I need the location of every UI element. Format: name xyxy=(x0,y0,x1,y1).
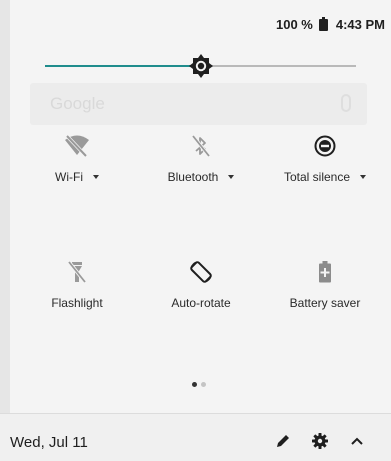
brightness-icon xyxy=(188,54,213,78)
tile-auto-rotate[interactable]: Auto-rotate xyxy=(146,258,256,310)
footer-bar: Wed, Jul 11 xyxy=(0,414,391,461)
clock: 4:43 PM xyxy=(335,16,385,32)
gear-icon[interactable] xyxy=(309,430,331,452)
tile-flashlight-label-row[interactable]: Flashlight xyxy=(22,296,132,310)
brightness-slider[interactable] xyxy=(45,53,356,79)
bluetooth-off-icon[interactable] xyxy=(146,132,256,160)
pencil-icon[interactable] xyxy=(272,430,294,452)
tile-wifi-label-row[interactable]: Wi-Fi xyxy=(22,170,132,184)
status-bar: 100 % 4:43 PM xyxy=(276,14,385,34)
tile-bluetooth[interactable]: Bluetooth xyxy=(146,132,256,184)
tile-auto-rotate-label-row[interactable]: Auto-rotate xyxy=(146,296,256,310)
chevron-up-icon[interactable] xyxy=(346,430,368,452)
chevron-down-icon[interactable] xyxy=(228,175,235,179)
tile-battery-saver-label: Battery saver xyxy=(289,296,361,310)
background-search-bar: Google xyxy=(30,83,367,125)
tile-bluetooth-label: Bluetooth xyxy=(167,170,219,184)
page-dot xyxy=(201,382,206,387)
battery-percent: 100 % xyxy=(275,16,313,32)
tile-flashlight[interactable]: Flashlight xyxy=(22,258,132,310)
tile-wifi-label: Wi-Fi xyxy=(55,170,83,184)
battery-saver-icon[interactable] xyxy=(270,258,380,286)
tile-flashlight-label: Flashlight xyxy=(51,296,103,310)
tile-total-silence-label-row[interactable]: Total silence xyxy=(270,170,380,184)
chevron-down-icon[interactable] xyxy=(92,175,99,179)
brightness-thumb[interactable] xyxy=(188,54,213,78)
background-search-placeholder: Google xyxy=(50,94,105,113)
tile-total-silence-label: Total silence xyxy=(283,170,351,184)
mic-icon xyxy=(341,94,351,112)
tile-total-silence[interactable]: Total silence xyxy=(270,132,380,184)
auto-rotate-icon[interactable] xyxy=(146,258,256,286)
slider-fill xyxy=(45,65,201,67)
battery-icon xyxy=(318,17,328,31)
chevron-down-icon[interactable] xyxy=(360,175,367,179)
tile-battery-saver-label-row[interactable]: Battery saver xyxy=(270,296,380,310)
tile-auto-rotate-label: Auto-rotate xyxy=(171,296,231,310)
tile-bluetooth-label-row[interactable]: Bluetooth xyxy=(146,170,256,184)
tile-wifi[interactable]: Wi-Fi xyxy=(22,132,132,184)
date-label[interactable]: Wed, Jul 11 xyxy=(10,434,88,451)
tile-battery-saver[interactable]: Battery saver xyxy=(270,258,380,310)
flashlight-off-icon[interactable] xyxy=(22,258,132,286)
panel-edge xyxy=(0,0,10,461)
quick-settings-panel: 100 % 4:43 PM Google Wi-Fi Bluetooth Tot… xyxy=(0,0,391,461)
do-not-disturb-icon[interactable] xyxy=(270,132,380,160)
wifi-off-icon[interactable] xyxy=(22,132,132,160)
page-indicator xyxy=(192,382,206,387)
page-dot xyxy=(192,382,197,387)
